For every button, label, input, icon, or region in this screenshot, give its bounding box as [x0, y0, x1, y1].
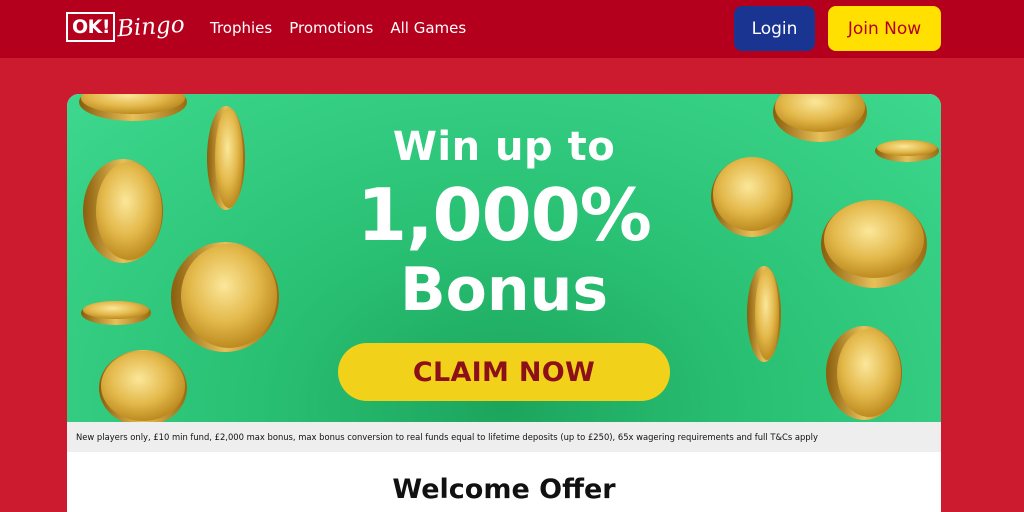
gold-coin-icon — [99, 350, 187, 426]
hero-banner[interactable]: Win up to 1,000% Bonus CLAIM NOW — [67, 94, 941, 426]
claim-now-button[interactable]: CLAIM NOW — [338, 343, 670, 401]
site-logo[interactable]: OK! Bingo — [66, 10, 186, 44]
join-now-button[interactable]: Join Now — [828, 6, 941, 51]
nav-all-games[interactable]: All Games — [390, 19, 466, 37]
welcome-offer-card: Win up to 1,000% Bonus CLAIM NOW New pla… — [67, 94, 941, 512]
welcome-offer-heading: Welcome Offer — [392, 474, 616, 505]
terms-text: New players only, £10 min fund, £2,000 m… — [67, 422, 941, 452]
hero-headline-line3: Bonus — [399, 255, 609, 325]
hero-headline-line1: Win up to — [392, 124, 616, 170]
logo-box-text: OK! — [66, 12, 116, 42]
gold-coin-icon — [826, 326, 902, 420]
gold-coin-icon — [79, 94, 187, 121]
login-button[interactable]: Login — [734, 6, 815, 51]
nav-trophies[interactable]: Trophies — [210, 19, 272, 37]
main-nav: Trophies Promotions All Games — [210, 19, 483, 37]
nav-promotions[interactable]: Promotions — [289, 19, 373, 37]
hero-headline-amount: 1,000% — [357, 173, 652, 257]
site-header: OK! Bingo Trophies Promotions All Games … — [0, 0, 1024, 58]
logo-script-text: Bingo — [116, 11, 186, 43]
